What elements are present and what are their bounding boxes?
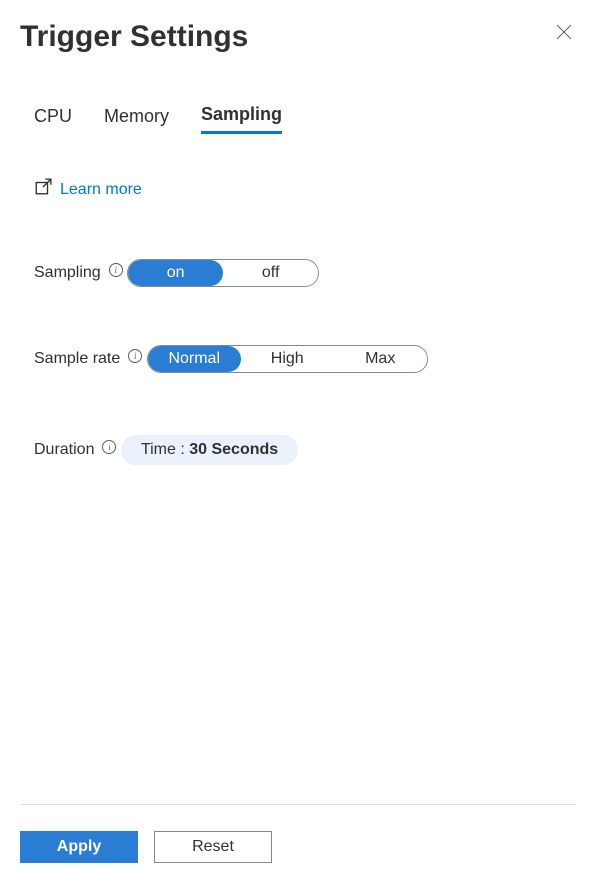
duration-pill[interactable]: Time : 30 Seconds	[121, 435, 298, 465]
info-icon[interactable]: i	[102, 440, 116, 454]
reset-button[interactable]: Reset	[154, 831, 272, 863]
page-title: Trigger Settings	[20, 20, 248, 54]
footer-divider	[20, 804, 576, 805]
close-icon	[556, 24, 572, 44]
sampling-label: Sampling	[34, 264, 101, 282]
tab-cpu[interactable]: CPU	[34, 104, 72, 134]
external-link-icon	[34, 178, 52, 201]
info-icon[interactable]: i	[128, 349, 142, 363]
tab-bar: CPU Memory Sampling	[34, 104, 576, 134]
tab-sampling[interactable]: Sampling	[201, 104, 282, 134]
duration-prefix: Time :	[141, 441, 189, 458]
tab-memory[interactable]: Memory	[104, 104, 169, 134]
learn-more-label: Learn more	[60, 181, 142, 199]
sampling-toggle: on off	[127, 259, 319, 287]
sample-rate-option-normal[interactable]: Normal	[148, 346, 241, 372]
sample-rate-label: Sample rate	[34, 350, 120, 368]
sample-rate-selector: Normal High Max	[147, 345, 428, 373]
sampling-option-on[interactable]: on	[128, 260, 223, 286]
duration-label: Duration	[34, 441, 94, 459]
apply-button[interactable]: Apply	[20, 831, 138, 863]
info-icon[interactable]: i	[109, 263, 123, 277]
learn-more-link[interactable]: Learn more	[34, 178, 142, 201]
close-button[interactable]	[552, 20, 576, 47]
sample-rate-option-max[interactable]: Max	[334, 346, 427, 372]
duration-value: 30 Seconds	[189, 441, 278, 458]
sampling-option-off[interactable]: off	[223, 260, 318, 286]
sample-rate-option-high[interactable]: High	[241, 346, 334, 372]
